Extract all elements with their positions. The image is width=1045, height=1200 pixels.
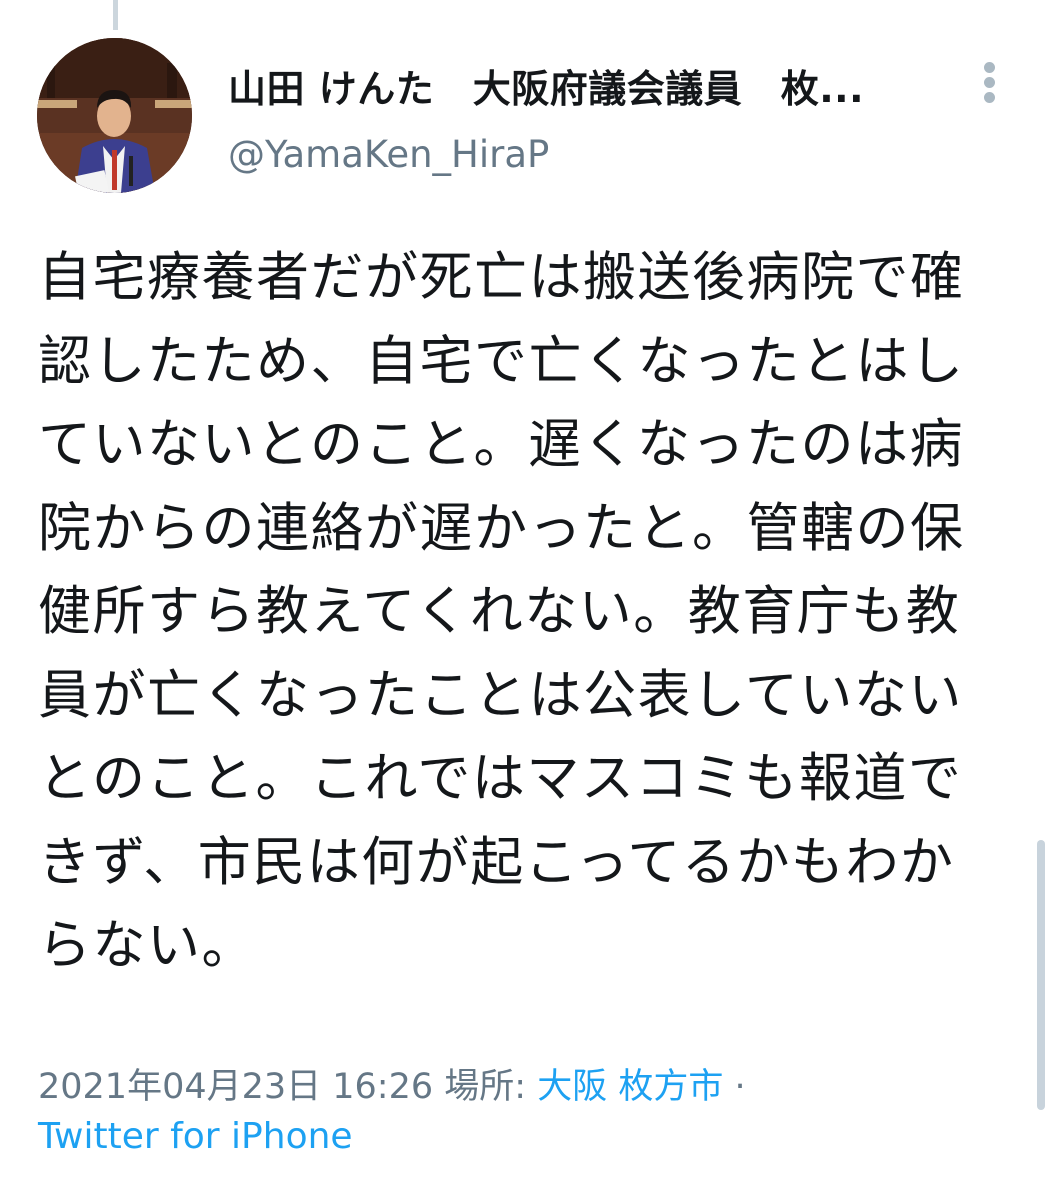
meta-separator: · [734, 1067, 746, 1107]
more-vertical-icon[interactable] [972, 62, 1006, 106]
location-label: 場所: [444, 1067, 527, 1107]
thread-connector-line [113, 0, 118, 30]
avatar-photo [37, 38, 192, 193]
tweet-timestamp[interactable]: 2021年04月23日 16:26 [38, 1067, 433, 1107]
tweet-source-link[interactable]: Twitter for iPhone [38, 1116, 353, 1157]
location-link[interactable]: 大阪 枚方市 [537, 1067, 723, 1107]
tweet-meta: 2021年04月23日 16:26 場所: 大阪 枚方市 · [38, 1058, 746, 1109]
tweet-text: 自宅療養者だが死亡は搬送後病院で確認したため、自宅で亡くなったとはしていないとの… [38, 247, 965, 976]
avatar[interactable] [37, 38, 192, 193]
scrollbar-thumb[interactable] [1037, 840, 1045, 1110]
author-display-name[interactable]: 山田 けんた 大阪府議会議員 枚... [228, 58, 928, 113]
author-handle[interactable]: @YamaKen_HiraP [228, 133, 549, 176]
